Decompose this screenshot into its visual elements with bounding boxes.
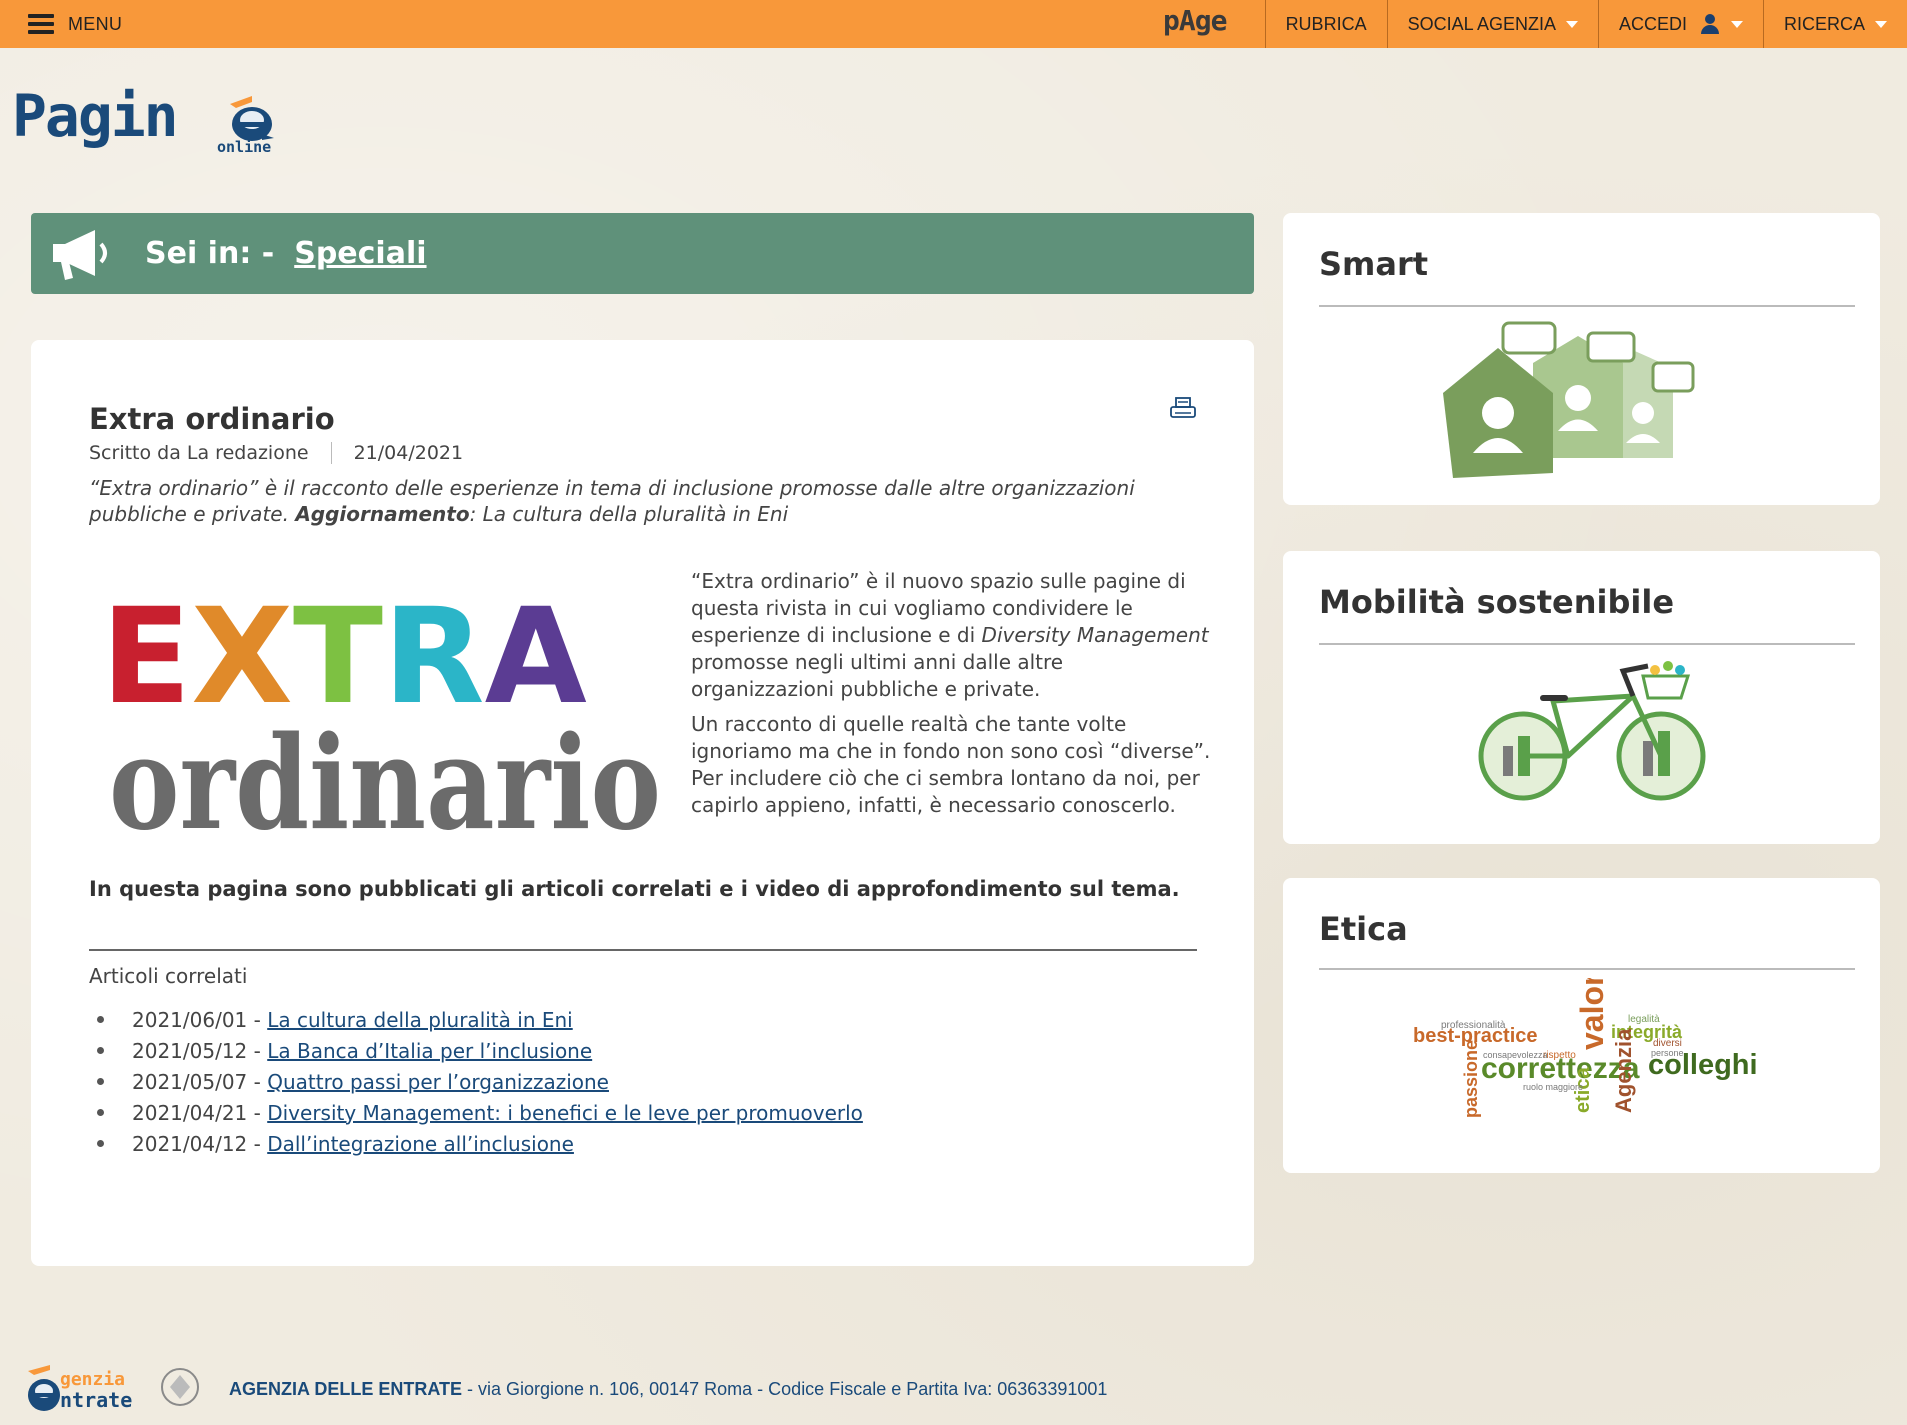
p1-italic: Diversity Management — [981, 623, 1209, 647]
agenzia-entrate-logo[interactable]: genzia ntrate — [24, 1363, 204, 1415]
breadcrumb-link-speciali[interactable]: Speciali — [294, 236, 426, 271]
top-nav: RUBRICA SOCIAL AGENZIA ACCEDI RICERCA — [1264, 0, 1907, 48]
related-articles-title: Articoli correlati — [89, 964, 248, 988]
menu-button[interactable]: MENU — [28, 14, 122, 35]
bullet-icon — [97, 1140, 104, 1147]
list-item: 2021/04/12 - Dall’integrazione all’inclu… — [93, 1128, 863, 1159]
nav-accedi[interactable]: ACCEDI — [1597, 0, 1763, 48]
article-note: In questa pagina sono pubblicati gli art… — [89, 877, 1180, 901]
chevron-down-icon — [1565, 20, 1578, 28]
article-title: Extra ordinario — [89, 402, 335, 436]
lead-update-label: Aggiornamento — [295, 502, 470, 526]
list-item: 2021/06/01 - La cultura della pluralità … — [93, 1004, 863, 1035]
logo-text: Pagin — [12, 82, 179, 150]
sidebar-card-etica[interactable]: Etica best-practice correttezza colleghi… — [1283, 878, 1880, 1173]
sidebar-card-title: Mobilità sostenibile — [1319, 583, 1675, 621]
sidebar-card-mobilita[interactable]: Mobilità sostenibile — [1283, 551, 1880, 844]
ethics-word-cloud-image: best-practice correttezza colleghi valor… — [1413, 978, 1758, 1118]
smart-working-houses-image — [1443, 321, 1695, 478]
word-ruolo-maggiore: ruolo maggiore — [1523, 1082, 1583, 1092]
meta-divider — [330, 442, 332, 464]
top-navigation-bar: MENU pAge RUBRICA SOCIAL AGENZIA ACCEDI … — [0, 0, 1907, 48]
footer-details: - via Giorgione n. 106, 00147 Roma - Cod… — [462, 1378, 1108, 1399]
article-meta: Scritto da La redazione 21/04/2021 — [89, 442, 463, 464]
related-date: 2021/05/07 - — [132, 1069, 261, 1094]
user-icon — [1699, 13, 1721, 35]
article-card: Extra ordinario Scritto da La redazione … — [31, 340, 1254, 1266]
nav-rubrica[interactable]: RUBRICA — [1264, 0, 1387, 48]
list-item: 2021/05/12 - La Banca d’Italia per l’inc… — [93, 1035, 863, 1066]
hamburger-icon — [28, 14, 54, 34]
sidebar-divider — [1319, 305, 1855, 307]
breadcrumb: Sei in: - Speciali — [31, 213, 1254, 294]
print-icon[interactable] — [1169, 396, 1197, 422]
related-date: 2021/04/21 - — [132, 1100, 261, 1125]
article-date: 21/04/2021 — [353, 442, 464, 464]
related-date: 2021/06/01 - — [132, 1007, 261, 1032]
menu-label: MENU — [68, 13, 123, 34]
nav-ricerca[interactable]: RICERCA — [1762, 0, 1907, 48]
nav-ricerca-label: RICERCA — [1783, 13, 1865, 34]
article-author: Scritto da La redazione — [89, 442, 309, 464]
word-consapevolezza: consapevolezza — [1483, 1050, 1548, 1060]
related-articles-list: 2021/06/01 - La cultura della pluralità … — [93, 1004, 863, 1159]
logo-subtitle: online — [217, 138, 272, 156]
body-paragraph-2: Un racconto di quelle realtà che tante v… — [691, 712, 1211, 817]
section-divider — [89, 949, 1197, 951]
p1-text-end: promosse negli ultimi anni dalle altre o… — [691, 650, 1064, 701]
sidebar-divider — [1319, 643, 1855, 645]
extra-image-line2: ordinario — [109, 709, 661, 850]
breadcrumb-label: Sei in: - — [145, 236, 275, 271]
word-rispetto: rispetto — [1543, 1050, 1576, 1061]
green-bicycle-image — [1478, 661, 1706, 801]
related-link[interactable]: Quattro passi per l’organizzazione — [267, 1070, 609, 1094]
related-link[interactable]: Dall’integrazione all’inclusione — [267, 1132, 574, 1156]
list-item: 2021/05/07 - Quattro passi per l’organiz… — [93, 1066, 863, 1097]
article-body: “Extra ordinario” è il nuovo spazio sull… — [691, 568, 1211, 827]
chevron-down-icon — [1730, 20, 1743, 28]
pagina-online-logo[interactable]: Pagin online — [12, 82, 292, 162]
extra-ordinario-image: EXTRA ordinario — [101, 590, 661, 850]
word-agenzia: Agenzia — [1611, 1028, 1636, 1113]
related-link[interactable]: Diversity Management: i benefici e le le… — [267, 1101, 863, 1125]
word-professionalita: professionalità — [1441, 1020, 1506, 1031]
related-date: 2021/05/12 - — [132, 1038, 261, 1063]
footer-logo-line1: genzia — [60, 1369, 125, 1390]
megaphone-icon — [53, 229, 107, 280]
chevron-down-icon — [1875, 20, 1887, 28]
nav-rubrica-label: RUBRICA — [1285, 13, 1367, 34]
nav-social-label: SOCIAL AGENZIA — [1407, 13, 1556, 34]
body-paragraph-1: “Extra ordinario” è il nuovo spazio sull… — [691, 568, 1211, 703]
related-link[interactable]: La cultura della pluralità in Eni — [267, 1008, 573, 1032]
word-passione: passione — [1461, 1040, 1481, 1118]
lead-update-text: : La cultura della pluralità in Eni — [469, 502, 789, 526]
bullet-icon — [97, 1016, 104, 1023]
bullet-icon — [97, 1109, 104, 1116]
sidebar-card-smart[interactable]: Smart — [1283, 213, 1880, 505]
word-persone: persone — [1651, 1048, 1684, 1058]
nav-accedi-label: ACCEDI — [1618, 13, 1687, 34]
sidebar-card-title: Smart — [1319, 245, 1429, 283]
bullet-icon — [97, 1047, 104, 1054]
related-date: 2021/04/12 - — [132, 1131, 261, 1156]
footer-logo-line2: ntrate — [60, 1388, 132, 1412]
page-brand-logo[interactable]: pAge — [1163, 4, 1227, 37]
logo-a-emblem — [230, 96, 274, 141]
footer: genzia ntrate AGENZIA DELLE ENTRATE - vi… — [0, 1358, 1907, 1420]
list-item: 2021/04/21 - Diversity Management: i ben… — [93, 1097, 863, 1128]
sidebar-divider — [1319, 968, 1855, 970]
word-legalita: legalità — [1628, 1014, 1660, 1025]
footer-address: AGENZIA DELLE ENTRATE - via Giorgione n.… — [229, 1379, 1107, 1400]
related-link[interactable]: La Banca d’Italia per l’inclusione — [267, 1039, 592, 1063]
footer-org: AGENZIA DELLE ENTRATE — [229, 1378, 462, 1399]
article-lead: “Extra ordinario” è il racconto delle es… — [89, 475, 1189, 527]
nav-social-agenzia[interactable]: SOCIAL AGENZIA — [1386, 0, 1598, 48]
sidebar-card-title: Etica — [1319, 910, 1408, 948]
bullet-icon — [97, 1078, 104, 1085]
word-valore: valore — [1574, 978, 1610, 1050]
